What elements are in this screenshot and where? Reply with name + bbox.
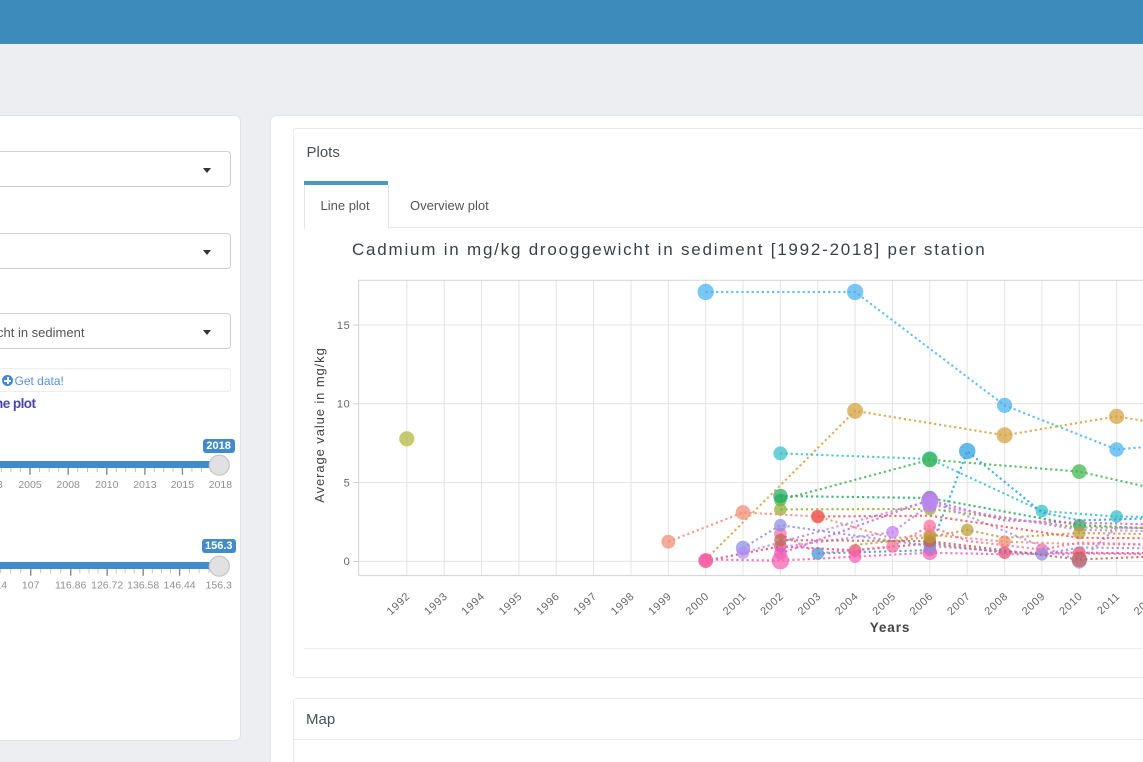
svg-text:2006: 2006	[908, 590, 936, 617]
svg-text:2011: 2011	[1095, 590, 1123, 617]
svg-text:1999: 1999	[646, 590, 674, 617]
svg-text:Cadmium in mg/kg drooggewicht: Cadmium in mg/kg drooggewicht in sedimen…	[352, 240, 986, 259]
svg-text:2013: 2013	[133, 479, 157, 491]
svg-text:2005: 2005	[870, 590, 898, 617]
svg-text:2018: 2018	[209, 479, 233, 491]
svg-text:2007: 2007	[945, 590, 973, 617]
svg-text:5: 5	[344, 477, 351, 489]
svg-text:156.3: 156.3	[206, 580, 232, 592]
svg-text:2009: 2009	[1020, 590, 1048, 617]
svg-text:1998: 1998	[609, 590, 637, 617]
svg-text:107: 107	[22, 580, 40, 592]
svg-text:2015: 2015	[171, 479, 195, 491]
svg-text:97.14: 97.14	[0, 580, 7, 592]
svg-text:136.58: 136.58	[127, 580, 159, 592]
svg-text:2008: 2008	[983, 590, 1011, 617]
svg-text:2002: 2002	[758, 590, 786, 617]
svg-text:1992: 1992	[385, 590, 413, 617]
svg-text:1994: 1994	[459, 590, 487, 617]
svg-text:Average value in mg/kg: Average value in mg/kg	[312, 347, 327, 502]
svg-text:1993: 1993	[422, 590, 450, 617]
svg-text:116.86: 116.86	[55, 580, 86, 592]
svg-text:0: 0	[344, 556, 351, 568]
svg-text:2003: 2003	[0, 479, 3, 491]
svg-text:1996: 1996	[534, 590, 562, 617]
svg-text:2000: 2000	[684, 590, 712, 617]
svg-text:1997: 1997	[572, 590, 600, 617]
svg-text:1995: 1995	[497, 590, 525, 617]
svg-text:126.72: 126.72	[91, 580, 123, 592]
svg-text:2010: 2010	[1057, 590, 1085, 617]
svg-text:2010: 2010	[95, 479, 119, 491]
svg-text:15: 15	[337, 320, 351, 332]
svg-text:2004: 2004	[833, 590, 861, 617]
svg-text:10: 10	[337, 399, 351, 411]
svg-text:2008: 2008	[57, 479, 81, 491]
svg-text:2005: 2005	[18, 479, 42, 491]
svg-text:146.44: 146.44	[164, 580, 196, 592]
svg-text:2012: 2012	[1132, 590, 1143, 617]
svg-text:Years: Years	[870, 620, 911, 635]
svg-text:2001: 2001	[721, 590, 749, 617]
svg-text:2003: 2003	[796, 590, 824, 617]
